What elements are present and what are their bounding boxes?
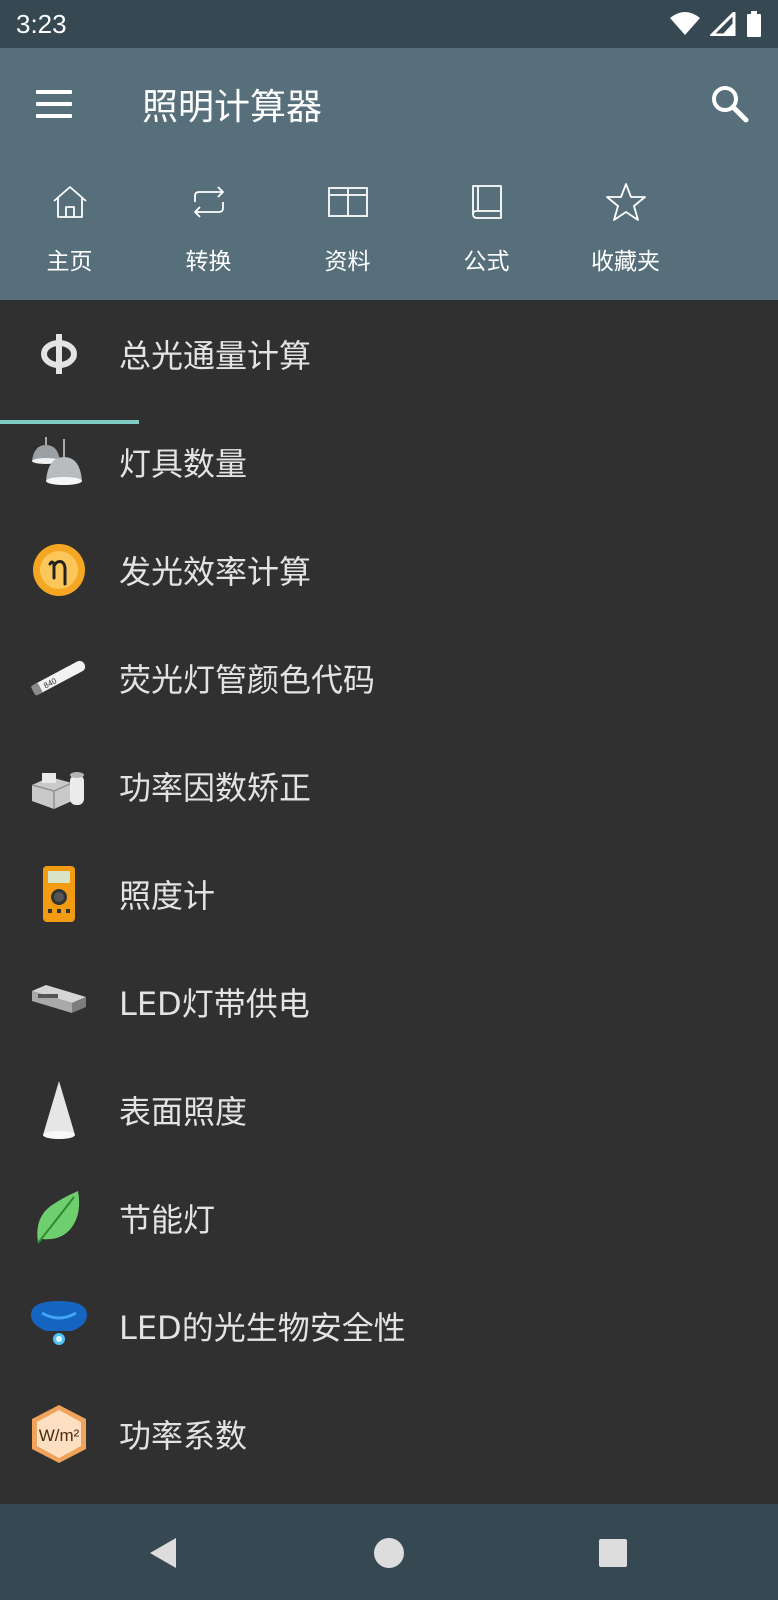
home-button[interactable] <box>364 1528 414 1578</box>
list-item-energy-saving-lamp[interactable]: 节能灯 <box>0 1164 778 1272</box>
list-item-led-photobiological-safety[interactable]: LED的光生物安全性 <box>0 1272 778 1380</box>
list-item-surface-illuminance[interactable]: 表面照度 <box>0 1056 778 1164</box>
power-supply-icon <box>28 971 90 1033</box>
menu-button[interactable] <box>34 84 74 124</box>
list-item-label: 灯具数量 <box>119 445 248 483</box>
lamps-icon <box>28 431 90 493</box>
leaf-icon <box>28 1187 90 1249</box>
signal-icon <box>710 12 736 36</box>
star-icon <box>605 183 646 221</box>
ballast-capacitor-icon <box>28 755 90 817</box>
list-item-power-factor-correction[interactable]: 功率因数矫正 <box>0 732 778 840</box>
status-time: 3:23 <box>16 8 67 39</box>
list-item-label: 节能灯 <box>119 1201 216 1239</box>
tab-convert[interactable]: 转换 <box>139 176 278 300</box>
app-title: 照明计算器 <box>142 87 323 128</box>
tab-label: 资料 <box>324 249 371 275</box>
tab-favorites[interactable]: 收藏夹 <box>556 176 695 300</box>
wm2-text: W/m² <box>39 1426 80 1445</box>
menu-icon-bar <box>36 90 72 94</box>
list-item-label: LED的光生物安全性 <box>119 1309 406 1347</box>
fluorescent-tube-icon: 840 <box>28 647 90 709</box>
list-item-label: 表面照度 <box>119 1093 248 1131</box>
app-bar: 照明计算器 主页 转换 资料 公式 收藏夹 <box>0 48 778 424</box>
table-icon <box>327 187 368 217</box>
search-icon <box>712 86 749 123</box>
tab-label: 公式 <box>463 249 510 275</box>
blue-light-icon <box>28 1295 90 1357</box>
tab-label: 主页 <box>46 249 93 275</box>
menu-icon-bar <box>36 102 72 106</box>
recents-button[interactable] <box>588 1528 638 1578</box>
list-item-label: 荧光灯管颜色代码 <box>119 661 376 699</box>
status-icons <box>670 11 762 37</box>
list-item-label: 功率系数 <box>119 1417 248 1455</box>
battery-icon <box>747 11 761 37</box>
wm2-icon: W/m² <box>28 1403 90 1465</box>
calculator-list: 总光通量计算 灯具数量 发光效率计算 840 荧光灯管颜色代码 功率因数矫正 照… <box>0 300 778 1504</box>
list-item-lux-meter[interactable]: 照度计 <box>0 840 778 948</box>
home-circle-icon <box>374 1538 404 1568</box>
wifi-icon <box>670 12 700 35</box>
list-item-label: LED灯带供电 <box>119 985 310 1023</box>
toolbar: 照明计算器 <box>0 48 778 160</box>
phi-icon <box>28 323 90 385</box>
tab-home[interactable]: 主页 <box>0 176 139 300</box>
eta-icon <box>28 539 90 601</box>
list-item-label: 照度计 <box>119 877 216 915</box>
list-item-label: 功率因数矫正 <box>119 769 312 807</box>
status-bar: 3:23 <box>0 0 778 48</box>
list-item-total-flux[interactable]: 总光通量计算 <box>0 300 778 408</box>
light-cone-icon <box>28 1079 90 1141</box>
tab-data[interactable]: 资料 <box>278 176 417 300</box>
list-item-luminaire-count[interactable]: 灯具数量 <box>0 408 778 516</box>
back-icon <box>150 1538 176 1568</box>
repeat-icon <box>193 186 224 218</box>
menu-icon-bar <box>36 114 72 118</box>
recents-square-icon <box>599 1539 627 1567</box>
list-item-led-strip-power[interactable]: LED灯带供电 <box>0 948 778 1056</box>
lux-meter-icon <box>28 863 90 925</box>
tab-label: 转换 <box>185 249 232 275</box>
book-icon <box>471 185 502 219</box>
tab-bar: 主页 转换 资料 公式 收藏夹 <box>0 176 778 424</box>
system-nav-bar <box>0 1504 778 1600</box>
list-item-label: 总光通量计算 <box>119 337 312 375</box>
search-button[interactable] <box>708 82 752 126</box>
tab-formulas[interactable]: 公式 <box>417 176 556 300</box>
list-item-tube-color-code[interactable]: 840 荧光灯管颜色代码 <box>0 624 778 732</box>
back-button[interactable] <box>138 1528 188 1578</box>
list-item-efficacy[interactable]: 发光效率计算 <box>0 516 778 624</box>
list-item-power-density[interactable]: W/m² 功率系数 <box>0 1380 778 1488</box>
tab-label: 收藏夹 <box>591 249 660 275</box>
list-item-label: 发光效率计算 <box>119 553 312 591</box>
home-icon <box>52 186 87 218</box>
